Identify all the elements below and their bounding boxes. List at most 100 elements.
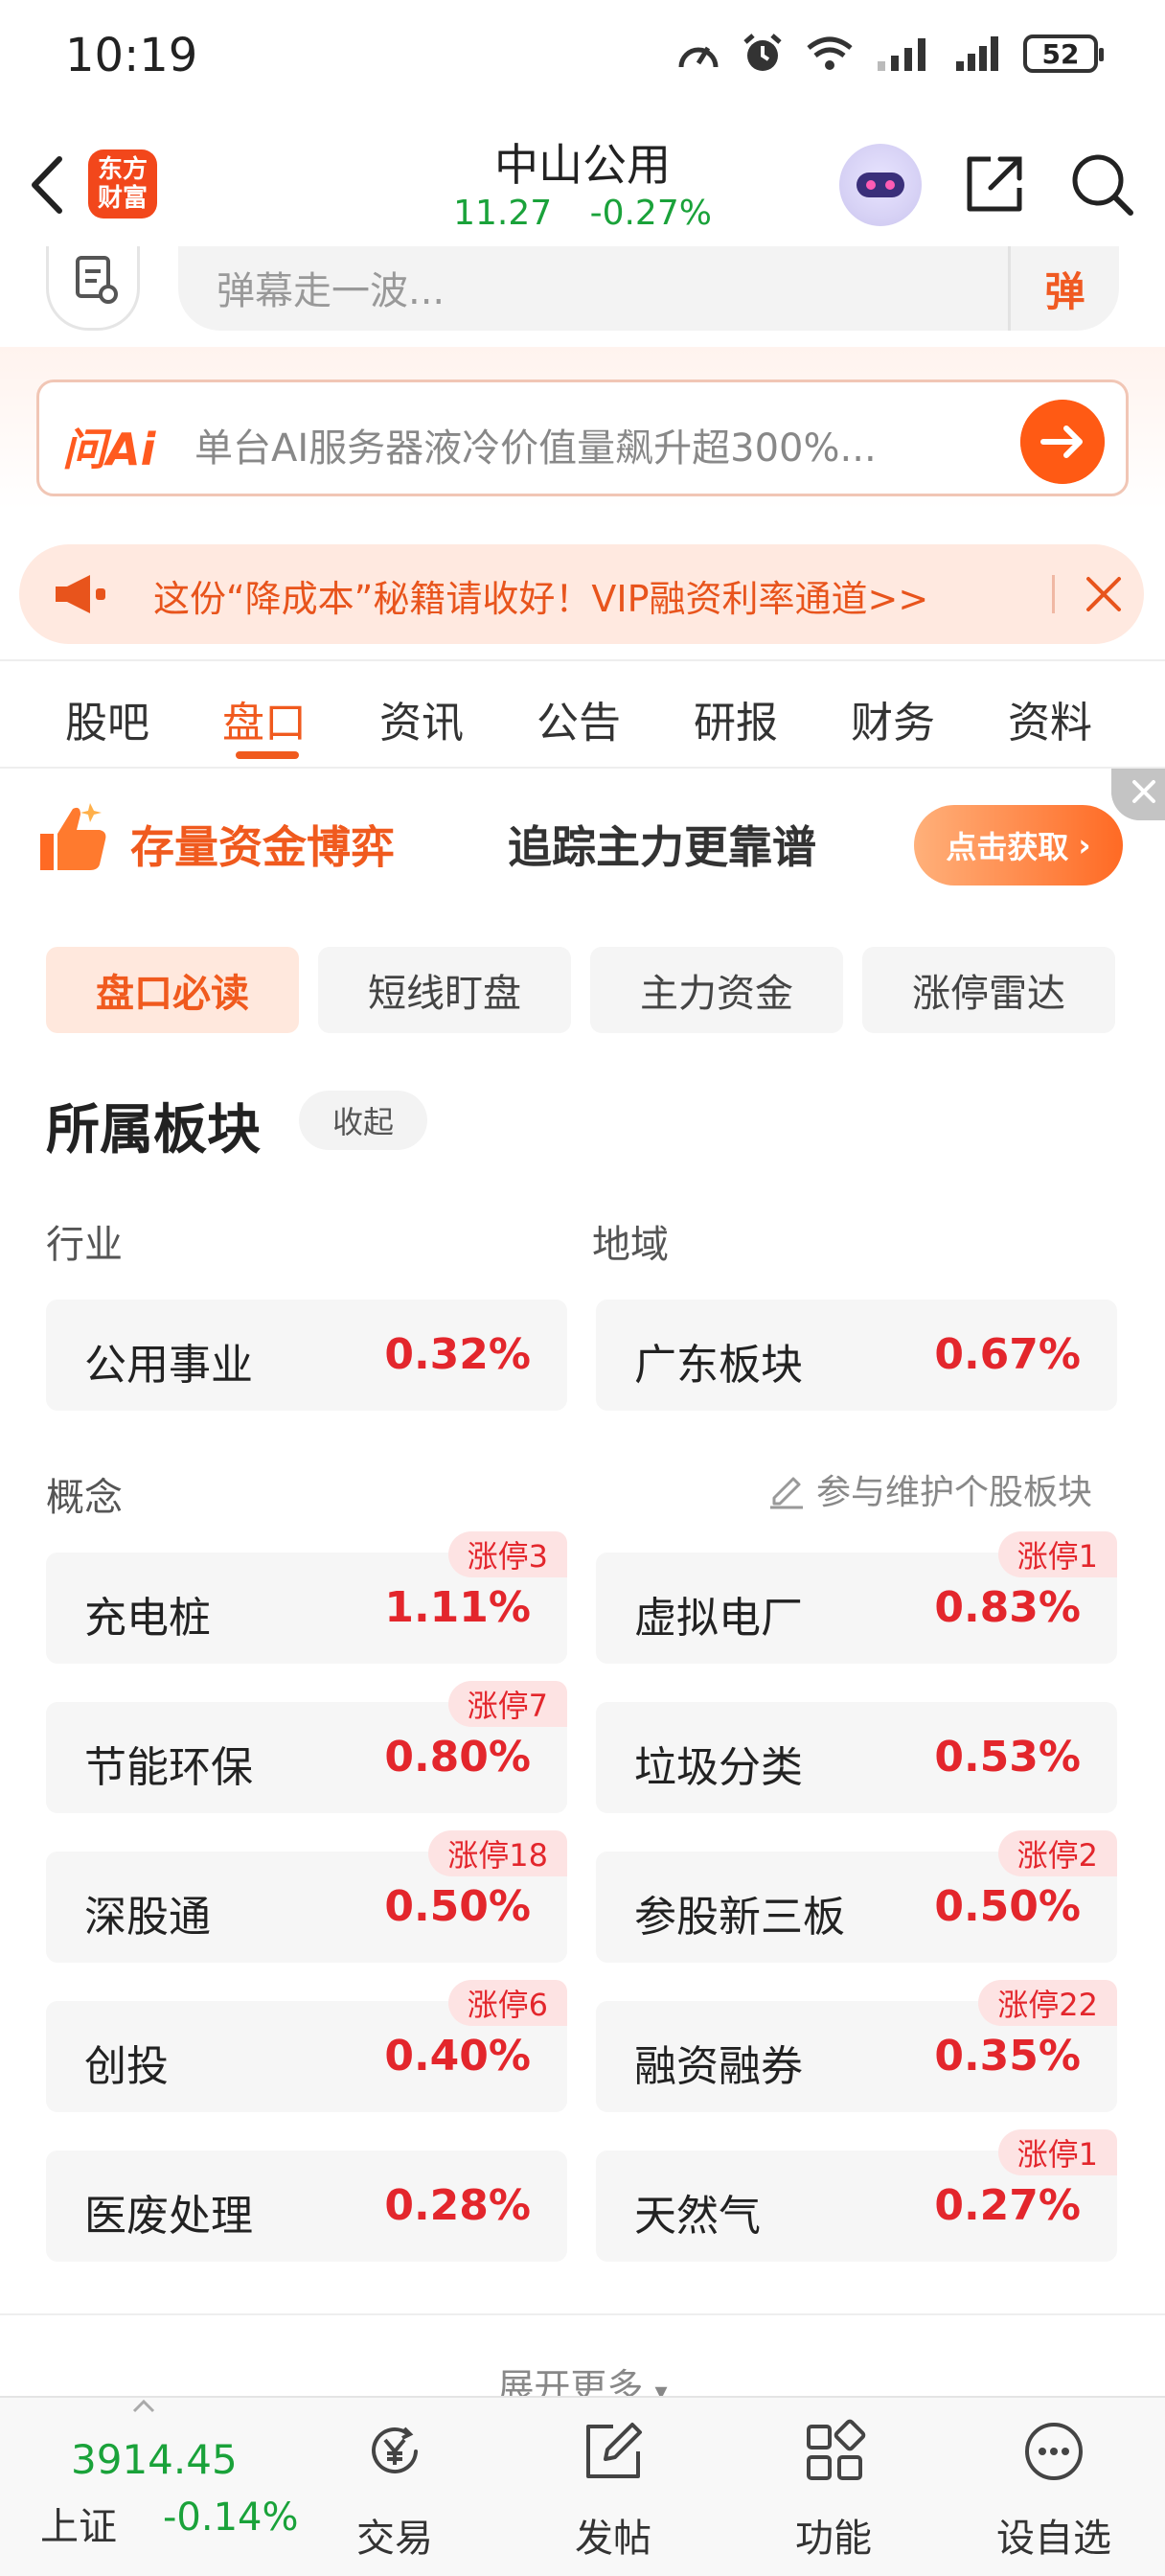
- concept-name: 天然气: [634, 2192, 761, 2241]
- arrow-right-icon[interactable]: [1020, 400, 1105, 484]
- industry-label: 行业: [46, 1223, 123, 1267]
- concept-change: 1.11%: [384, 1583, 531, 1632]
- concept-name: 虚拟电厂: [634, 1594, 803, 1643]
- concept-name: 参股新三板: [634, 1893, 845, 1942]
- tab-announcements[interactable]: 公告: [537, 688, 621, 749]
- tab-profile[interactable]: 资料: [1008, 688, 1092, 749]
- nav-post[interactable]: 发帖: [546, 2419, 680, 2563]
- nav-label: 交易: [356, 2517, 433, 2561]
- wifi-icon: [807, 36, 853, 70]
- concept-card[interactable]: 涨停1 天然气 0.27%: [596, 2129, 1117, 2262]
- subtab-main-funds[interactable]: 主力资金: [590, 947, 843, 1033]
- concept-card[interactable]: 涨停2 参股新三板 0.50%: [596, 1830, 1117, 1963]
- nav-label: 发帖: [575, 2517, 651, 2561]
- limit-up-badge: 涨停1: [997, 1531, 1117, 1577]
- sector-card-industry[interactable]: 公用事业 0.32%: [46, 1300, 567, 1411]
- sector-change: 0.32%: [384, 1330, 531, 1379]
- notice-bar[interactable]: 这份“降成本”秘籍请收好！VIP融资利率通道>>: [19, 544, 1144, 644]
- signal-icon-2: [956, 36, 998, 71]
- index-change[interactable]: -0.14%: [163, 2496, 299, 2540]
- battery-icon: 52: [1023, 34, 1104, 73]
- promo-banner[interactable]: 存量资金博弈 追踪主力更靠谱 点击获取 ›: [0, 769, 1165, 924]
- danmu-send-button[interactable]: 弹: [1008, 246, 1119, 331]
- nav-trade[interactable]: 交易: [328, 2419, 462, 2563]
- nav-label: 功能: [795, 2517, 872, 2561]
- section-title: 所属板块: [46, 1099, 261, 1162]
- status-bar: 10:19 52: [0, 0, 1165, 115]
- concept-card[interactable]: 涨停7 节能环保 0.80%: [46, 1681, 567, 1813]
- active-tab-indicator: [236, 751, 299, 759]
- ai-assistant-icon[interactable]: [839, 144, 922, 226]
- tab-research[interactable]: 研报: [694, 688, 778, 749]
- limit-up-badge: 涨停7: [447, 1681, 567, 1727]
- danmu-placeholder: 弹幕走一波...: [217, 269, 445, 313]
- concept-change: 0.53%: [934, 1733, 1081, 1782]
- danmu-input[interactable]: 弹幕走一波... 弹: [178, 246, 1119, 331]
- promo-get-button[interactable]: 点击获取 ›: [914, 805, 1123, 886]
- region-label: 地域: [592, 1223, 669, 1267]
- concept-change: 0.28%: [384, 2181, 531, 2230]
- concept-name: 医废处理: [84, 2192, 253, 2241]
- concept-name: 节能环保: [84, 1743, 253, 1792]
- promo-close-icon[interactable]: [1111, 769, 1165, 820]
- danmu-row: 弹幕走一波... 弹: [0, 246, 1165, 346]
- stock-price: 11.27: [453, 194, 553, 233]
- concept-card[interactable]: 涨停1 虚拟电厂 0.83%: [596, 1531, 1117, 1664]
- ai-ask-box[interactable]: 问Ai 单台AI服务器液冷价值量飙升超300%...: [36, 380, 1129, 496]
- nav-functions[interactable]: 功能: [766, 2419, 901, 2563]
- concept-name: 深股通: [84, 1893, 211, 1942]
- limit-up-badge: 涨停18: [428, 1830, 567, 1876]
- concept-card[interactable]: 涨停6 创投 0.40%: [46, 1980, 567, 2112]
- promo-title: 存量资金博弈: [130, 821, 395, 873]
- edit-post-icon: [586, 2423, 642, 2478]
- tab-pankou[interactable]: 盘口: [222, 688, 307, 749]
- index-name[interactable]: 上证: [40, 2496, 117, 2551]
- search-icon[interactable]: [1069, 151, 1134, 217]
- limit-up-badge: 涨停22: [978, 1980, 1117, 2026]
- bottom-bar: 3914.45 上证 -0.14% 交易 发帖 功能 设自选: [0, 2396, 1165, 2576]
- concept-card[interactable]: 涨停18 深股通 0.50%: [46, 1830, 567, 1963]
- limit-up-badge: 涨停1: [997, 2129, 1117, 2175]
- tab-guba[interactable]: 股吧: [65, 688, 149, 749]
- close-icon[interactable]: [1081, 571, 1127, 617]
- tab-finance[interactable]: 财务: [851, 688, 935, 749]
- promo-button-label: 点击获取: [946, 829, 1069, 865]
- danmu-settings-button[interactable]: [46, 246, 140, 331]
- status-icons: 52: [676, 33, 1104, 75]
- more-icon: [1025, 2423, 1083, 2480]
- concept-card[interactable]: 垃圾分类 0.53%: [596, 1702, 1117, 1813]
- sector-card-region[interactable]: 广东板块 0.67%: [596, 1300, 1117, 1411]
- thumbs-up-icon: [40, 803, 106, 870]
- concept-card[interactable]: 医废处理 0.28%: [46, 2150, 567, 2262]
- concept-label: 概念: [46, 1476, 123, 1520]
- concept-card[interactable]: 涨停3 充电桩 1.11%: [46, 1531, 567, 1664]
- concept-change: 0.50%: [934, 1882, 1081, 1931]
- ai-logo: 问Ai: [62, 424, 156, 475]
- pankou-subtabs: 盘口必读 短线盯盘 主力资金 涨停雷达: [46, 947, 1119, 1033]
- concept-card[interactable]: 涨停22 融资融券 0.35%: [596, 1980, 1117, 2112]
- ai-question-text: 单台AI服务器液冷价值量飙升超300%...: [194, 426, 877, 471]
- notice-text: 这份“降成本”秘籍请收好！VIP融资利率通道>>: [153, 578, 929, 620]
- subtab-limit-up-radar[interactable]: 涨停雷达: [862, 947, 1115, 1033]
- section-divider: [0, 2313, 1165, 2315]
- concept-name: 创投: [84, 2042, 169, 2091]
- sector-name: 广东板块: [634, 1341, 803, 1390]
- concept-change: 0.83%: [934, 1583, 1081, 1632]
- sector-change: 0.67%: [934, 1330, 1081, 1379]
- limit-up-badge: 涨停3: [447, 1531, 567, 1577]
- tab-news[interactable]: 资讯: [379, 688, 464, 749]
- concept-change: 0.27%: [934, 2181, 1081, 2230]
- concept-name: 垃圾分类: [634, 1743, 803, 1792]
- nav-add-watchlist[interactable]: 设自选: [987, 2419, 1121, 2563]
- chevron-right-icon: ›: [1078, 827, 1091, 863]
- maintain-sectors-link[interactable]: 参与维护个股板块: [766, 1464, 1092, 1514]
- concept-name: 充电桩: [84, 1594, 211, 1643]
- subtab-short-term[interactable]: 短线盯盘: [318, 947, 571, 1033]
- edit-icon: [770, 1477, 803, 1509]
- alarm-icon: [743, 34, 782, 71]
- collapse-button[interactable]: 收起: [299, 1091, 427, 1150]
- share-icon[interactable]: [962, 151, 1027, 217]
- limit-up-badge: 涨停6: [447, 1980, 567, 2026]
- subtab-must-read[interactable]: 盘口必读: [46, 947, 299, 1033]
- index-value[interactable]: 3914.45: [71, 2436, 238, 2483]
